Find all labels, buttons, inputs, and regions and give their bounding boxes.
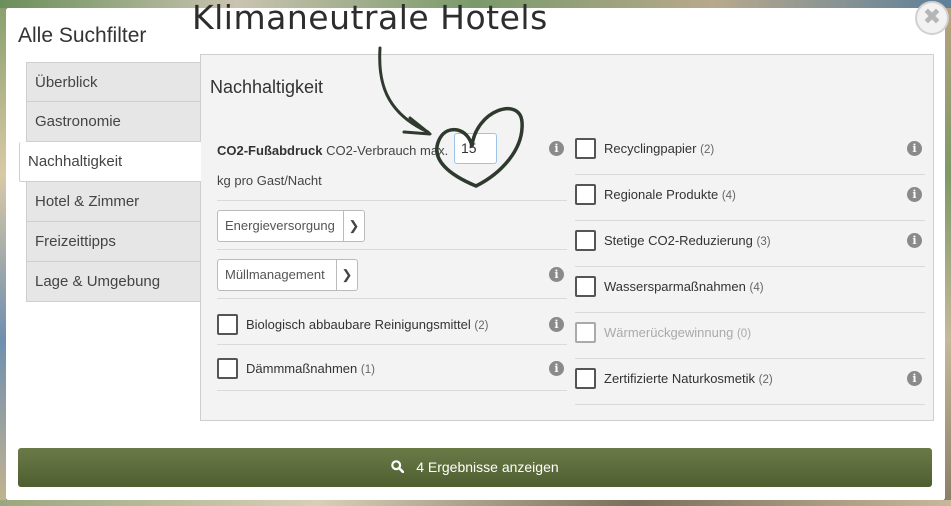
check-count: (4) (749, 282, 764, 294)
check-row: Dämmmaßnahmen (1) i (217, 345, 567, 391)
check-count: (4) (721, 190, 736, 202)
tab-ueberblick[interactable]: Überblick (26, 62, 201, 102)
energieversorgung-select[interactable]: Energieversorgung ❯ (217, 210, 365, 242)
info-icon[interactable]: i (907, 187, 922, 202)
filter-modal: Alle Suchfilter Überblick Gastronomie Na… (6, 8, 945, 500)
filter-tabs: Überblick Gastronomie Nachhaltigkeit Hot… (19, 62, 201, 302)
tab-gastronomie[interactable]: Gastronomie (26, 102, 201, 142)
check-count: (1) (360, 364, 375, 376)
panel-title: Nachhaltigkeit (210, 77, 324, 97)
tab-hotel-zimmer[interactable]: Hotel & Zimmer (26, 182, 201, 222)
modal-title: Alle Suchfilter (18, 24, 147, 47)
search-icon (391, 448, 405, 487)
check-label[interactable]: Dämmmaßnahmen (1) (246, 361, 375, 376)
chevron-down-icon: ❯ (336, 260, 357, 290)
co2-unit: kg pro Gast/Nacht (217, 173, 322, 188)
select-value: Energieversorgung (225, 218, 335, 233)
check-count: (3) (756, 236, 771, 248)
co2-label-rest: CO2-Verbrauch max. (326, 143, 449, 158)
info-icon[interactable]: i (907, 233, 922, 248)
info-icon[interactable]: i (549, 317, 564, 332)
checkbox-wassersparmassnahmen[interactable] (575, 276, 596, 297)
info-icon[interactable]: i (549, 141, 564, 156)
co2-filter-row: CO2-Fußabdruck CO2-Verbrauch max. 15 kg … (217, 129, 567, 201)
check-label-text: Zertifizierte Naturkosmetik (604, 371, 755, 386)
page-background-bottom (0, 500, 951, 506)
check-label-text: Dämmmaßnahmen (246, 361, 358, 376)
show-results-label: 4 Ergebnisse anzeigen (416, 459, 559, 475)
info-icon[interactable]: i (907, 141, 922, 156)
page-background-right (945, 8, 951, 506)
check-row: Recyclingpapier (2) i (575, 129, 925, 175)
filter-panel: Nachhaltigkeit CO2-Fußabdruck CO2-Verbra… (200, 54, 934, 421)
filter-column-left: CO2-Fußabdruck CO2-Verbrauch max. 15 kg … (217, 129, 567, 391)
tab-nachhaltigkeit[interactable]: Nachhaltigkeit (19, 142, 201, 182)
show-results-button[interactable]: 4 Ergebnisse anzeigen (18, 448, 932, 487)
co2-label-bold: CO2-Fußabdruck (217, 143, 323, 158)
check-label-text: Regionale Produkte (604, 187, 719, 202)
check-label[interactable]: Biologisch abbaubare Reinigungsmittel (2… (246, 317, 488, 332)
tab-lage-umgebung[interactable]: Lage & Umgebung (26, 262, 201, 302)
checkbox-zertifizierte-naturkosmetik[interactable] (575, 368, 596, 389)
check-row: Wärmerückgewinnung (0) (575, 313, 925, 359)
co2-max-input[interactable]: 15 (454, 133, 497, 164)
info-icon[interactable]: i (549, 361, 564, 376)
check-label[interactable]: Wassersparmaßnahmen (4) (604, 279, 764, 294)
muellmanagement-select[interactable]: Müllmanagement ❯ (217, 259, 358, 291)
check-row: Zertifizierte Naturkosmetik (2) i (575, 359, 925, 405)
check-row: Biologisch abbaubare Reinigungsmittel (2… (217, 299, 567, 345)
info-icon[interactable]: i (907, 371, 922, 386)
energy-select-row: Energieversorgung ❯ (217, 201, 567, 250)
check-label[interactable]: Wärmerückgewinnung (0) (604, 325, 751, 340)
checkbox-waermerueckgewinnung[interactable] (575, 322, 596, 343)
checkbox-daemmmassnahmen[interactable] (217, 358, 238, 379)
check-label[interactable]: Recyclingpapier (2) (604, 141, 714, 156)
check-row: Wassersparmaßnahmen (4) (575, 267, 925, 313)
close-button[interactable]: ✖ (915, 1, 949, 35)
check-count: (2) (474, 320, 489, 332)
check-label-text: Wassersparmaßnahmen (604, 279, 746, 294)
filter-column-right: Recyclingpapier (2) i Regionale Produkte… (575, 129, 925, 405)
check-row: Stetige CO2-Reduzierung (3) i (575, 221, 925, 267)
check-count: (2) (758, 374, 773, 386)
checkbox-biologisch[interactable] (217, 314, 238, 335)
chevron-down-icon: ❯ (343, 211, 364, 241)
check-row: Regionale Produkte (4) i (575, 175, 925, 221)
check-count: (2) (700, 144, 715, 156)
info-icon[interactable]: i (549, 267, 564, 282)
waste-select-row: Müllmanagement ❯ i (217, 250, 567, 299)
check-label[interactable]: Regionale Produkte (4) (604, 187, 736, 202)
overlay-title: Klimaneutrale Hotels (192, 0, 548, 37)
check-label[interactable]: Stetige CO2-Reduzierung (3) (604, 233, 771, 248)
check-label-text: Recyclingpapier (604, 141, 697, 156)
check-count: (0) (736, 328, 752, 340)
checkbox-stetige-co2-reduzierung[interactable] (575, 230, 596, 251)
check-label[interactable]: Zertifizierte Naturkosmetik (2) (604, 371, 773, 386)
checkbox-recyclingpapier[interactable] (575, 138, 596, 159)
co2-label: CO2-Fußabdruck CO2-Verbrauch max. (217, 143, 448, 158)
check-label-text: Wärmerückgewinnung (604, 325, 734, 340)
tab-freizeittipps[interactable]: Freizeittipps (26, 222, 201, 262)
check-label-text: Biologisch abbaubare Reinigungsmittel (246, 317, 471, 332)
checkbox-regionale-produkte[interactable] (575, 184, 596, 205)
check-label-text: Stetige CO2-Reduzierung (604, 233, 753, 248)
select-value: Müllmanagement (225, 267, 325, 282)
